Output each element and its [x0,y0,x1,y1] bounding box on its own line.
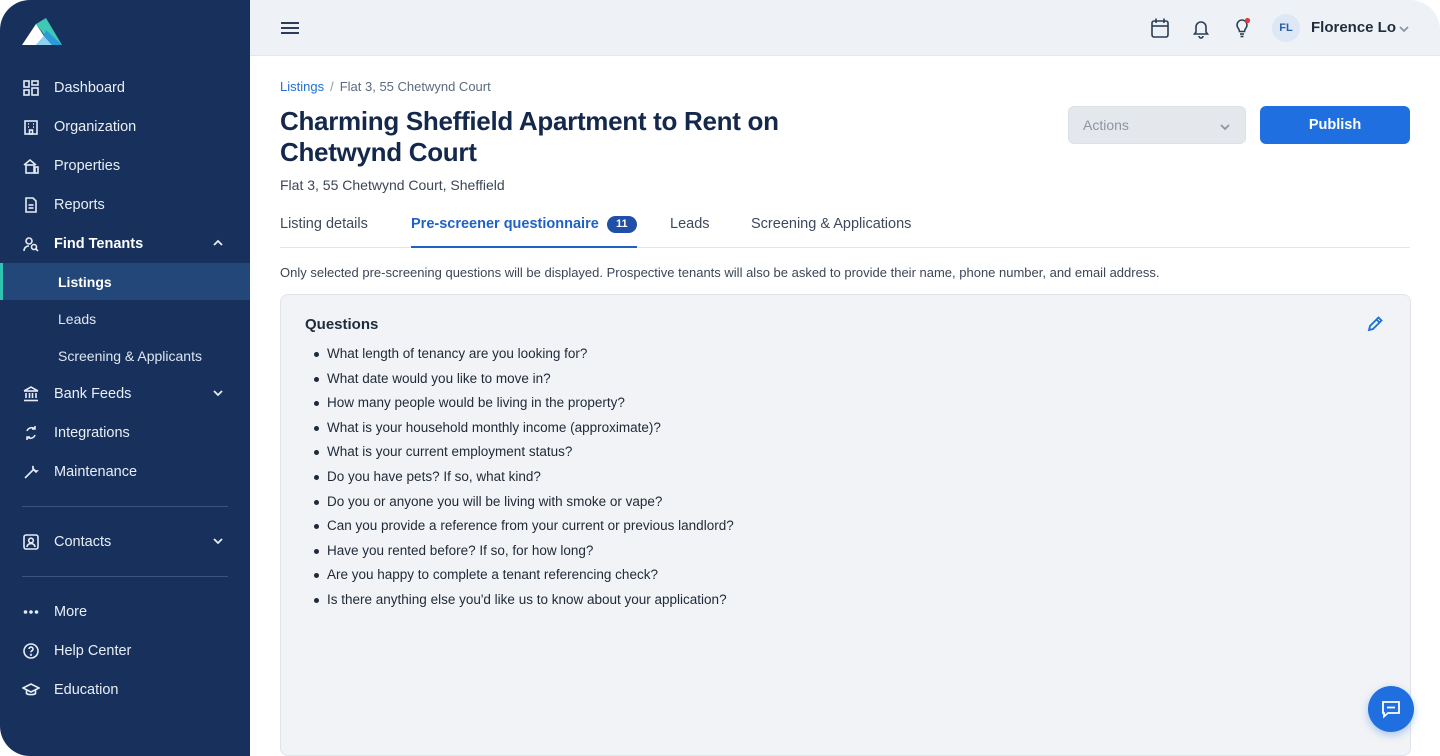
sidebar-item-label: Contacts [54,533,112,550]
info-text: Only selected pre-screening questions wi… [280,265,1160,280]
user-name[interactable]: Florence Lo [1311,19,1396,36]
chat-button[interactable] [1368,686,1414,732]
sidebar-item-maintenance[interactable]: Maintenance [0,452,250,491]
integrations-icon [22,424,40,442]
tab-prescreener-questionnaire[interactable]: Pre-screener questionnaire 11 [411,216,637,248]
contacts-icon [22,533,40,551]
tab-label: Pre-screener questionnaire [411,216,599,232]
list-item: Do you have pets? If so, what kind? [314,467,734,492]
list-item: How many people would be living in the p… [314,393,734,418]
chevron-down-icon [1219,120,1231,132]
list-item: Have you rented before? If so, for how l… [314,541,734,566]
wrench-icon [22,463,40,481]
sidebar-divider [22,506,228,507]
sidebar-item-label: Find Tenants [54,235,144,252]
questions-card: Questions What length of tenancy are you… [280,294,1411,756]
sidebar-item-organization[interactable]: Organization [0,107,250,146]
sidebar-item-label: Dashboard [54,79,125,96]
chevron-down-icon [212,535,224,547]
sidebar-item-reports[interactable]: Reports [0,185,250,224]
menu-icon[interactable] [280,18,300,38]
tab-listing-details[interactable]: Listing details [280,216,368,248]
sidebar-subitem-leads[interactable]: Leads [0,300,250,337]
sidebar-item-label: Integrations [54,424,130,441]
list-item: What is your household monthly income (a… [314,418,734,443]
list-item: Can you provide a reference from your cu… [314,516,734,541]
chevron-up-icon [212,237,224,249]
sidebar-item-label: Properties [54,157,121,174]
questions-title: Questions [305,316,379,333]
page-title: Charming Sheffield Apartment to Rent on … [280,106,779,167]
chat-icon [1382,701,1400,719]
report-icon [22,196,40,214]
sidebar-item-find-tenants[interactable]: Find Tenants [0,224,250,263]
list-item: What date would you like to move in? [314,369,734,394]
breadcrumb-listings-link[interactable]: Listings [280,79,324,94]
properties-icon [22,157,40,175]
sidebar-nav: Dashboard Organization Properties Report… [0,68,250,709]
find-tenants-icon [22,235,40,253]
dashboard-icon [22,79,40,97]
topbar: FL Florence Lo [250,0,1440,56]
app-window: Dashboard Organization Properties Report… [0,0,1440,756]
breadcrumb-current: Flat 3, 55 Chetwynd Court [339,79,491,94]
main-content: Listings / Flat 3, 55 Chetwynd Court Charm… [280,56,1411,756]
sidebar-item-label: Bank Feeds [54,385,132,402]
listing-tabs: Listing details Pre-screener questionnai… [280,204,1410,248]
list-item: Is there anything else you'd like us to … [314,590,734,615]
sidebar-subitem-listings[interactable]: Listings [0,263,250,300]
list-item: Do you or anyone you will be living with… [314,492,734,517]
publish-button[interactable]: Publish [1260,106,1410,144]
help-icon [22,642,40,660]
avatar[interactable]: FL [1272,14,1300,42]
bank-icon [22,385,40,403]
sidebar-item-bank-feeds[interactable]: Bank Feeds [0,374,250,413]
breadcrumb-separator: / [330,79,334,94]
sidebar-item-label: Education [54,681,119,698]
sidebar-item-label: Help Center [54,642,132,659]
app-logo[interactable] [22,18,62,48]
sidebar-item-label: Maintenance [54,463,138,480]
sidebar-item-contacts[interactable]: Contacts [0,522,250,561]
sidebar-item-label: More [54,603,88,620]
sidebar: Dashboard Organization Properties Report… [0,0,250,756]
sidebar-item-label: Organization [54,118,137,135]
graduation-cap-icon [22,681,40,699]
questions-list: What length of tenancy are you looking f… [314,344,734,615]
actions-dropdown[interactable]: Actions [1068,106,1246,144]
lightbulb-icon[interactable] [1232,17,1252,39]
tab-leads[interactable]: Leads [670,216,710,248]
edit-icon[interactable] [1366,315,1384,333]
bell-icon[interactable] [1191,17,1211,39]
list-item: What length of tenancy are you looking f… [314,344,734,369]
more-icon [22,603,40,621]
list-item: Are you happy to complete a tenant refer… [314,565,734,590]
chevron-down-icon [212,387,224,399]
building-icon [22,118,40,136]
actions-label: Actions [1083,117,1129,133]
count-badge: 11 [606,216,637,233]
sidebar-item-properties[interactable]: Properties [0,146,250,185]
listing-address: Flat 3, 55 Chetwynd Court, Sheffield [280,177,505,193]
sidebar-item-education[interactable]: Education [0,670,250,709]
sidebar-item-more[interactable]: More [0,592,250,631]
tab-screening-applications[interactable]: Screening & Applications [751,216,911,248]
sidebar-item-integrations[interactable]: Integrations [0,413,250,452]
sidebar-subitem-screening[interactable]: Screening & Applicants [0,337,250,374]
sidebar-item-label: Reports [54,196,105,213]
breadcrumb: Listings / Flat 3, 55 Chetwynd Court [280,79,491,94]
calendar-icon[interactable] [1150,17,1170,39]
list-item: What is your current employment status? [314,442,734,467]
chevron-down-icon[interactable] [1398,22,1410,34]
sidebar-item-help-center[interactable]: Help Center [0,631,250,670]
sidebar-item-dashboard[interactable]: Dashboard [0,68,250,107]
sidebar-divider [22,576,228,577]
